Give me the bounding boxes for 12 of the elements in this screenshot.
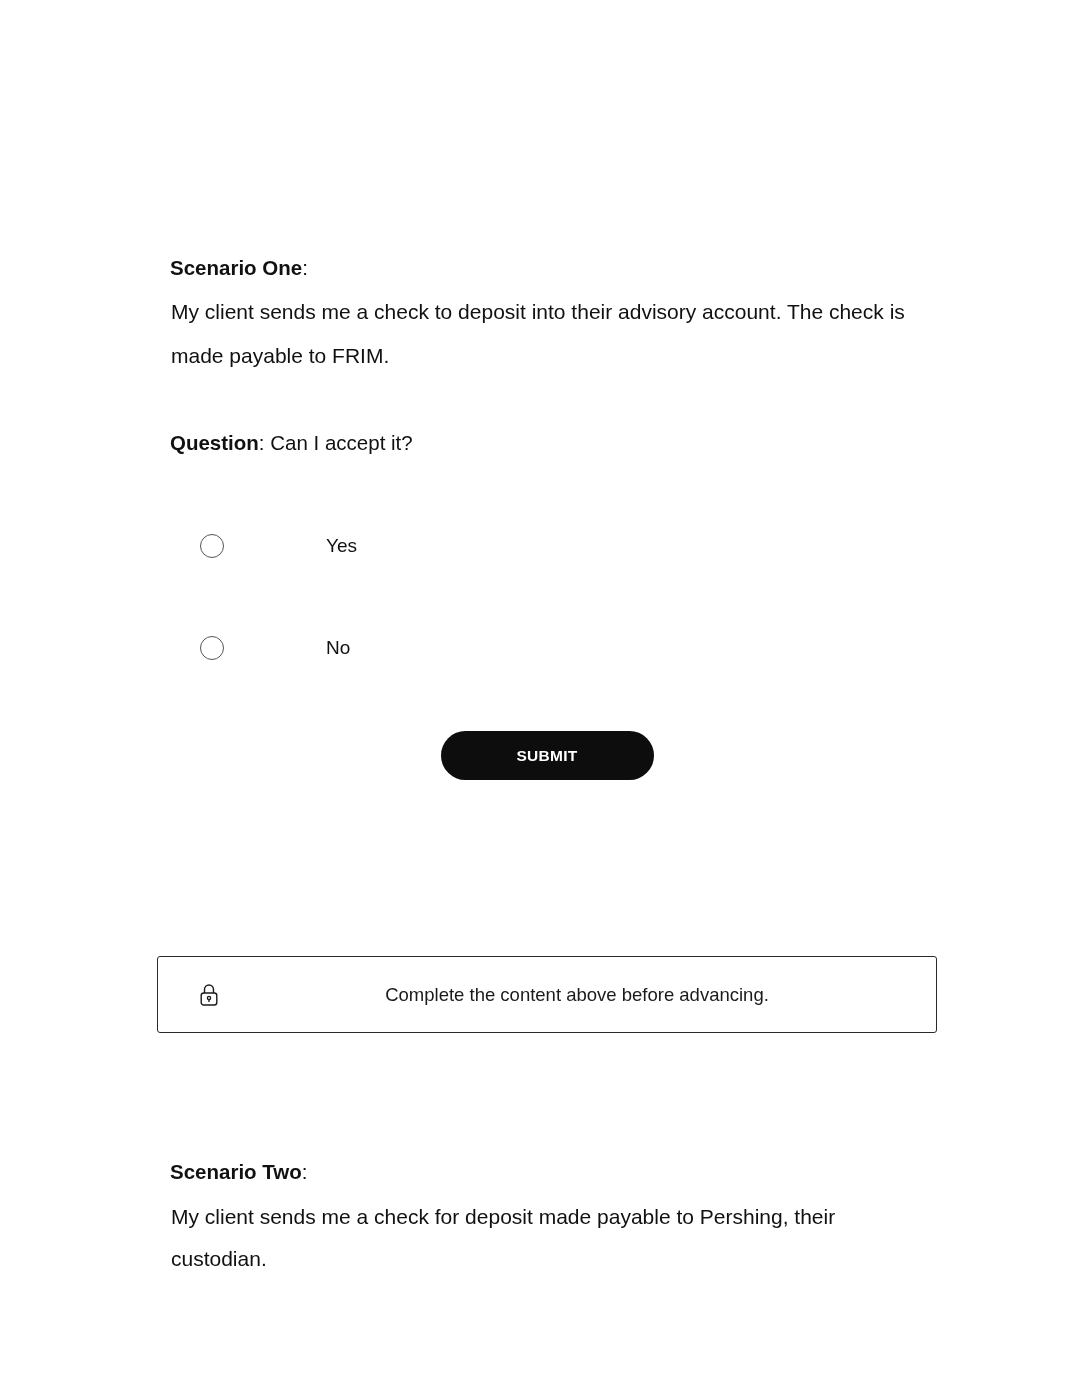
scenario-text: My client sends me a check to deposit into their advisory account. The check is made payable to FRIM. — [171, 299, 906, 369]
scenario-heading: Scenario One: — [169, 255, 309, 281]
option-label[interactable]: No — [326, 637, 351, 659]
scenario-text: My client sends me a check for deposit made payable to Pershing, their custodian. — [171, 1204, 837, 1272]
submit-button[interactable]: SUBMIT — [440, 731, 654, 780]
radio-button[interactable] — [200, 636, 224, 660]
radio-button[interactable] — [200, 534, 224, 558]
scenario-heading: Scenario Two: — [169, 1159, 309, 1185]
question-prompt: Question: Can I accept it? — [169, 430, 414, 456]
option-label[interactable]: Yes — [326, 535, 357, 557]
notice-text: Complete the content above before advancing. — [384, 983, 770, 1006]
lock-icon — [200, 983, 218, 1006]
